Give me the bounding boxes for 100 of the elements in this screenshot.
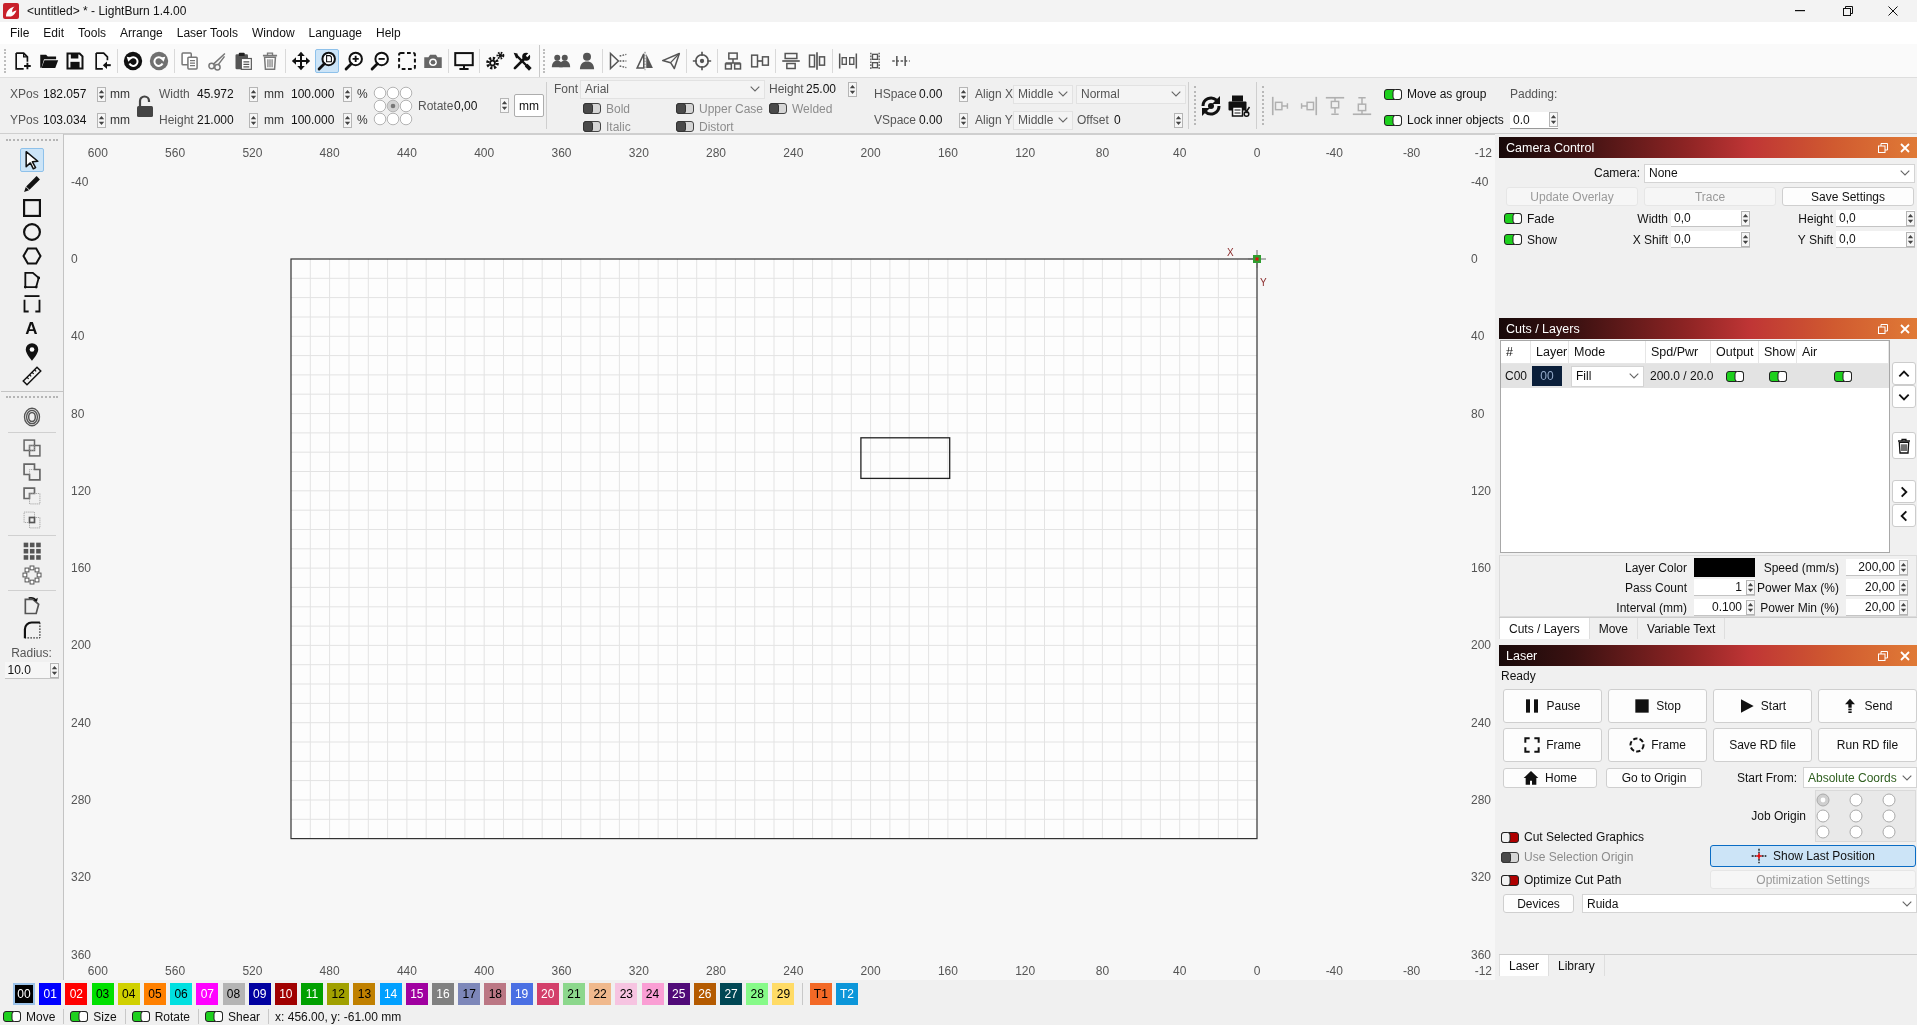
layer-color-swatch[interactable]: 21 [562, 983, 585, 1005]
origin-radio[interactable] [1882, 809, 1896, 823]
toggle-switch[interactable] [1384, 88, 1402, 100]
start-button[interactable]: Start [1713, 689, 1812, 723]
layer-color-swatch[interactable]: 02 [65, 983, 88, 1005]
toggle-switch[interactable] [3, 1011, 21, 1022]
anchor-radio[interactable] [399, 99, 413, 112]
toggle-switch[interactable] [1769, 370, 1787, 382]
number-field[interactable]: 0,0 [1836, 231, 1915, 248]
anchor-radio[interactable] [373, 99, 387, 112]
layer-color-swatch[interactable]: 29 [772, 983, 795, 1005]
spin-button[interactable] [1549, 112, 1558, 127]
move-down-button[interactable] [1892, 385, 1916, 408]
send-button[interactable]: Send [1818, 689, 1917, 723]
anchor-radio[interactable] [386, 99, 400, 112]
camera-action-button[interactable]: Save Settings [1782, 187, 1914, 206]
move-up-button[interactable] [1892, 362, 1916, 385]
hspace-field[interactable]: 0.00 [916, 85, 968, 103]
anchor-radio[interactable] [399, 112, 413, 125]
delete-layer-button[interactable] [1892, 432, 1916, 459]
restore-icon[interactable] [1843, 6, 1853, 16]
layer-color-swatch[interactable]: 09 [248, 983, 271, 1005]
layer-color-swatch[interactable]: 00 [13, 983, 35, 1005]
text-tool-button[interactable]: A [19, 316, 44, 340]
tab[interactable]: Laser [1499, 955, 1550, 976]
mode-dropdown[interactable]: Fill [1571, 365, 1644, 387]
setting-field[interactable]: 0.100 [1694, 599, 1755, 616]
spin-button[interactable] [1899, 599, 1908, 615]
anchor-radio[interactable] [386, 112, 400, 125]
layer-color-swatch[interactable]: 04 [117, 983, 140, 1005]
layer-color-swatch[interactable]: 15 [405, 983, 428, 1005]
menu-item[interactable]: Edit [36, 23, 72, 43]
vspace-field[interactable]: 0.00 [916, 111, 968, 129]
toggle-switch[interactable] [205, 1011, 224, 1022]
magnifier-page-icon[interactable] [315, 48, 339, 73]
layer-color-swatch[interactable]: 03 [91, 983, 114, 1005]
align-x-dropdown[interactable]: Middle [1013, 84, 1073, 104]
layer-color-swatch[interactable]: 26 [693, 983, 716, 1005]
font-dropdown[interactable]: Arial [580, 79, 765, 99]
spin-button[interactable] [1746, 599, 1755, 615]
spin-button[interactable] [1906, 231, 1915, 247]
spin-button[interactable] [500, 98, 509, 113]
offset-field[interactable]: 0 [1111, 111, 1183, 129]
anchor-radio[interactable] [373, 112, 387, 125]
layer-color-swatch[interactable]: 28 [746, 983, 769, 1005]
toggle-switch[interactable] [1501, 831, 1519, 843]
pause-button[interactable]: Pause [1503, 689, 1602, 723]
layer-color-swatch[interactable]: T1 [809, 983, 832, 1005]
number-field[interactable]: 0,0 [1836, 210, 1915, 227]
layer-color-swatch[interactable]: 08 [222, 983, 245, 1005]
origin-radio[interactable] [1816, 825, 1830, 839]
layer-row[interactable]: C00 00 Fill 200.0 / 20.0 [1501, 364, 1889, 388]
spin-button[interactable] [1899, 579, 1908, 595]
spin-button[interactable] [1746, 579, 1755, 595]
layer-color-swatch[interactable]: 13 [353, 983, 376, 1005]
stop-button[interactable]: Stop [1608, 689, 1707, 723]
minimize-icon[interactable] [1795, 10, 1805, 12]
menu-item[interactable]: Window [244, 23, 302, 43]
height-field[interactable]: 21.000 [194, 111, 258, 129]
setting-field[interactable]: 20,00 [1846, 599, 1908, 616]
spin-button[interactable] [97, 112, 106, 128]
frame-button[interactable]: Frame [1503, 728, 1602, 762]
setting-field[interactable]: 200,00 [1846, 559, 1908, 576]
layer-color-swatch[interactable]: 05 [143, 983, 166, 1005]
layer-color-swatch[interactable]: 10 [274, 983, 297, 1005]
spin-button[interactable] [249, 112, 258, 128]
ypos-field[interactable]: 103.034 [40, 111, 106, 129]
layer-color-swatch[interactable]: 06 [170, 983, 193, 1005]
layer-color-swatch[interactable]: 20 [536, 983, 559, 1005]
open-padlock-icon[interactable] [136, 94, 154, 117]
origin-radio[interactable] [1849, 793, 1863, 807]
layer-color-swatch[interactable]: 01 [39, 983, 62, 1005]
layer-color-swatch[interactable]: 16 [432, 983, 454, 1005]
forward-button[interactable] [1892, 480, 1916, 503]
layer-color-swatch[interactable]: 22 [589, 983, 612, 1005]
spin-button[interactable] [1741, 231, 1750, 247]
toggle-switch[interactable] [131, 1011, 150, 1022]
close-icon[interactable] [1888, 6, 1898, 16]
origin-radio[interactable] [1849, 825, 1863, 839]
run-file-button[interactable]: Run RD file [1818, 728, 1917, 762]
devices-button[interactable]: Devices [1503, 894, 1574, 913]
menu-item[interactable]: Laser Tools [169, 23, 245, 43]
spin-button[interactable] [1741, 210, 1750, 226]
menu-item[interactable]: Language [301, 23, 369, 43]
spin-button[interactable] [1899, 559, 1908, 575]
radius-field[interactable]: 10.0 [4, 662, 59, 679]
setting-field[interactable]: 1 [1694, 579, 1755, 596]
text-style-dropdown[interactable]: Normal [1076, 84, 1186, 104]
toggle-switch[interactable] [1504, 234, 1522, 245]
origin-radio[interactable] [1816, 809, 1830, 823]
padding-field[interactable]: 0.0 [1510, 111, 1558, 129]
text-height-field[interactable]: 25.00 [803, 80, 857, 98]
save-file-button[interactable]: Save RD file [1713, 728, 1812, 762]
layer-color-swatch[interactable]: 12 [327, 983, 350, 1005]
number-field[interactable]: 0,0 [1671, 210, 1750, 227]
spin-button[interactable] [49, 662, 59, 678]
toggle-switch[interactable] [1834, 370, 1852, 382]
layer-color-swatch[interactable]: 25 [667, 983, 690, 1005]
spin-button[interactable] [343, 112, 352, 128]
toggle-switch[interactable] [1504, 213, 1522, 224]
